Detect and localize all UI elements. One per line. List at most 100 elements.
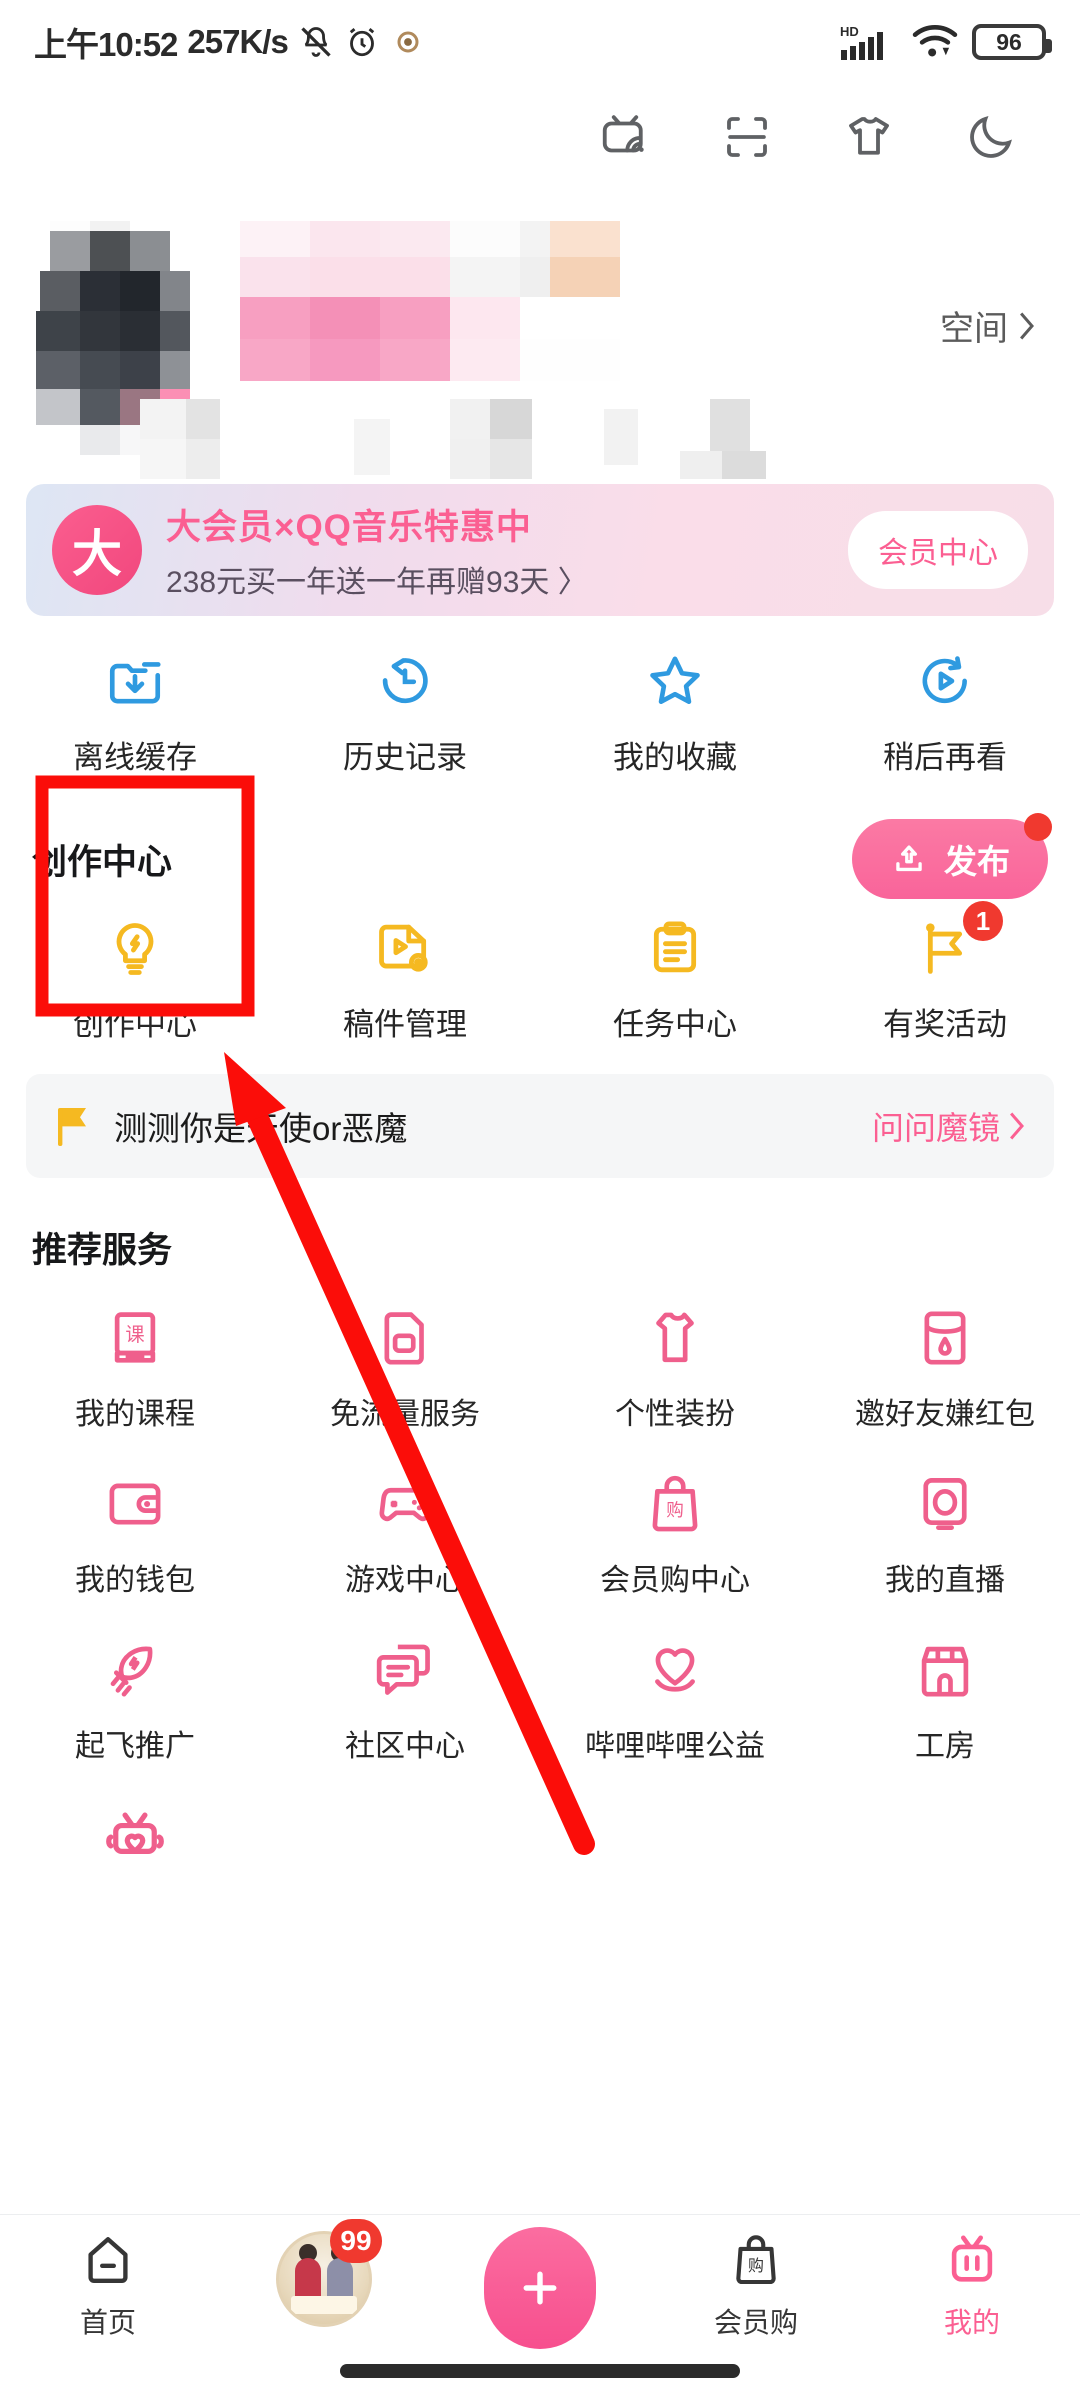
tab-home[interactable]: 首页 (0, 2231, 216, 2341)
upload-icon (896, 845, 922, 872)
creation-grid: 创作中心 稿件管理 任务中心 1 有奖活动 (0, 899, 1080, 1066)
promo-cta[interactable]: 问问魔镜 (872, 1103, 1026, 1149)
shopping-bag-icon: 购 (736, 2235, 776, 2285)
vip-text: 大会员×QQ音乐特惠中 238元买一年送一年再赠93天 〉 (166, 499, 824, 601)
download-folder-icon (109, 662, 161, 704)
service-item-label: 会员购中心 (600, 1564, 750, 1597)
header-icon-row (0, 84, 1080, 189)
tab-publish[interactable] (432, 2227, 648, 2361)
hd-signal-icon: HD (840, 24, 883, 60)
tv-heart-icon (106, 1812, 164, 1855)
section-title: 创作中心 (32, 842, 173, 882)
vip-center-button[interactable]: 会员中心 (848, 511, 1028, 589)
svg-text:课: 课 (125, 1324, 144, 1346)
profile-stats[interactable] (100, 399, 780, 479)
qr-scan-icon[interactable] (720, 110, 774, 164)
profile-section[interactable]: 空间 (0, 189, 1080, 484)
svg-text:购: 购 (666, 1500, 684, 1520)
vip-subtitle: 238元买一年送一年再赠93天 〉 (166, 566, 588, 599)
service-item-free-data[interactable]: 免流量服务 (270, 1283, 540, 1449)
quick-item-offline-cache[interactable]: 离线缓存 (0, 650, 270, 777)
username[interactable] (240, 221, 620, 381)
service-item-my-courses[interactable]: 课 我的课程 (0, 1283, 270, 1449)
yellow-flag-icon (58, 1108, 86, 1146)
service-item-my-wallet[interactable]: 我的钱包 (0, 1449, 270, 1615)
recommended-services-grid: 课 我的课程 免流量服务 个性装扮 邀好友嫌红包 我的钱包 游戏中心 购 会员购… (0, 1283, 1080, 1903)
chevron-right-icon (1010, 1112, 1024, 1140)
service-item-game-center[interactable]: 游戏中心 (270, 1449, 540, 1615)
watch-later-icon (922, 656, 967, 704)
promo-cta-label: 问问魔镜 (871, 1110, 1000, 1146)
vip-banner-wrap: 大 大会员×QQ音乐特惠中 238元买一年送一年再赠93天 〉 会员中心 (0, 484, 1080, 616)
sim-card-icon (384, 1312, 424, 1365)
quick-item-history[interactable]: 历史记录 (270, 650, 540, 777)
home-indicator (340, 2364, 740, 2378)
creation-item-label: 创作中心 (73, 1007, 197, 1042)
quick-item-favorites[interactable]: 我的收藏 (540, 650, 810, 777)
service-item-label: 我的钱包 (75, 1564, 195, 1597)
tshirt-theme-icon[interactable] (842, 110, 896, 164)
battery-level: 96 (996, 28, 1022, 55)
status-bar-left: 上午10:52 257K/s (34, 18, 426, 66)
service-item-label: 哔哩哔哩公益 (585, 1730, 765, 1763)
quick-item-watch-later[interactable]: 稍后再看 (810, 650, 1080, 777)
star-icon (650, 656, 700, 704)
creation-item-manuscript[interactable]: 稿件管理 (270, 917, 540, 1044)
creation-center-header: 创作中心 发布 (0, 803, 1080, 899)
promo-strip[interactable]: 测测你是天使or恶魔 问问魔镜 (26, 1074, 1054, 1178)
service-item-community[interactable]: 社区中心 (270, 1615, 540, 1781)
chat-bubble-icon (376, 1644, 430, 1695)
moon-dark-mode-icon[interactable] (964, 110, 1018, 164)
plus-icon (523, 2271, 557, 2305)
space-link[interactable]: 空间 (940, 301, 1036, 350)
plus-button[interactable] (484, 2227, 596, 2349)
wallet-icon (109, 1483, 161, 1525)
publish-red-dot (1024, 813, 1052, 841)
creation-item-task-center[interactable]: 任务中心 (540, 917, 810, 1044)
service-item-membership-shop[interactable]: 购 会员购中心 (540, 1449, 810, 1615)
space-link-label: 空间 (940, 310, 1008, 348)
history-clock-icon (382, 658, 428, 704)
svg-text:购: 购 (748, 2257, 764, 2275)
publish-button[interactable]: 发布 (852, 813, 1052, 899)
service-item-partial[interactable] (0, 1781, 270, 1903)
icon-wrap (373, 917, 437, 981)
creation-item-label: 稿件管理 (343, 1007, 467, 1042)
service-item-personal-dressup[interactable]: 个性装扮 (540, 1283, 810, 1449)
tshirt-icon (656, 1312, 694, 1363)
creation-item-label: 有奖活动 (883, 1007, 1007, 1042)
record-icon (397, 31, 419, 53)
tv-cast-icon[interactable] (598, 110, 652, 164)
alarm-icon (349, 28, 374, 57)
service-item-charity[interactable]: 哔哩哔哩公益 (540, 1615, 810, 1781)
shopping-bag-icon: 购 (652, 1475, 698, 1532)
service-item-label: 我的直播 (885, 1564, 1005, 1597)
vip-badge: 大 (52, 505, 142, 595)
red-packet-icon (924, 1311, 966, 1365)
service-item-invite-friends[interactable]: 邀好友嫌红包 (810, 1283, 1080, 1449)
rocket-icon (110, 1646, 153, 1697)
creation-item-rewards[interactable]: 1 有奖活动 (810, 901, 1080, 1044)
service-item-label: 免流量服务 (330, 1398, 480, 1431)
service-item-workshop[interactable]: 工房 (810, 1615, 1080, 1781)
publish-label: 发布 (944, 843, 1010, 880)
creation-item-creator-center[interactable]: 创作中心 (0, 917, 270, 1044)
vip-title: 大会员×QQ音乐特惠中 (166, 508, 532, 547)
status-badge: 1 (963, 901, 1003, 941)
tab-mine[interactable]: 我的 (864, 2231, 1080, 2341)
service-item-my-live[interactable]: 我的直播 (810, 1449, 1080, 1615)
tab-label: 首页 (79, 2307, 136, 2338)
promo-text: 测测你是天使or恶魔 (114, 1110, 408, 1147)
wifi-icon (912, 25, 958, 57)
tab-shop[interactable]: 购 会员购 (648, 2231, 864, 2341)
vip-banner[interactable]: 大 大会员×QQ音乐特惠中 238元买一年送一年再赠93天 〉 会员中心 (26, 484, 1054, 616)
service-item-label: 起飞推广 (75, 1730, 195, 1763)
tab-label: 我的 (943, 2307, 1000, 2338)
avatar[interactable] (36, 221, 210, 455)
service-item-promotion[interactable]: 起飞推广 (0, 1615, 270, 1781)
tab-dynamic[interactable]: 99 (216, 2219, 432, 2339)
clipboard-icon (653, 921, 697, 973)
svg-text:HD: HD (840, 24, 859, 39)
bell-off-icon (301, 27, 331, 57)
network-speed: 257K/s (187, 23, 288, 60)
